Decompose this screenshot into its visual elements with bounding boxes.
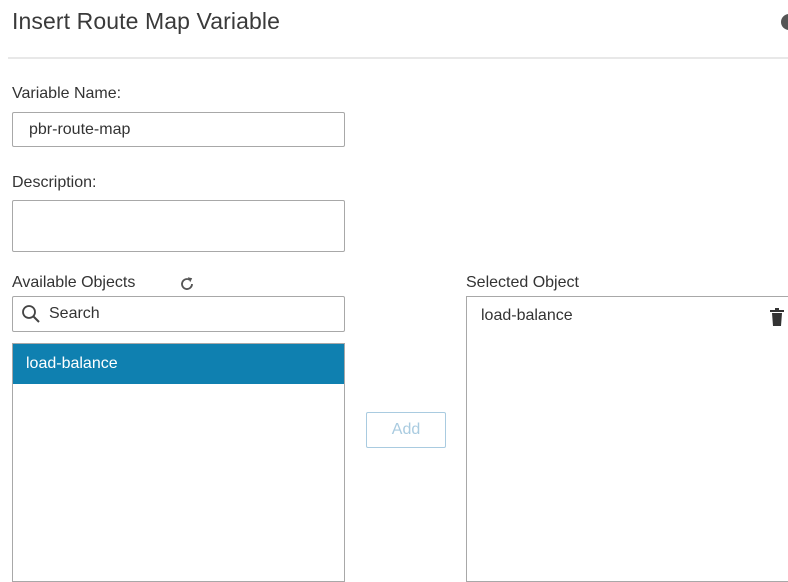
selected-object-label: Selected Object: [466, 274, 579, 291]
list-item-label: load-balance: [26, 355, 118, 372]
description-label: Description:: [12, 174, 97, 191]
title-divider: [8, 57, 788, 59]
variable-name-value: pbr-route-map: [29, 120, 131, 138]
variable-name-label: Variable Name:: [12, 85, 122, 102]
list-item[interactable]: load-balance: [13, 344, 344, 384]
dialog-title: Insert Route Map Variable: [12, 8, 280, 34]
variable-name-input[interactable]: pbr-route-map: [12, 112, 345, 147]
help-icon[interactable]: [781, 14, 788, 30]
search-icon: [22, 305, 40, 323]
refresh-icon[interactable]: [178, 275, 196, 293]
trash-icon[interactable]: [769, 307, 785, 327]
search-input[interactable]: Search: [12, 296, 345, 332]
available-objects-list: load-balance: [12, 343, 345, 582]
selected-item-label: load-balance: [481, 307, 573, 324]
selected-objects-list: load-balance: [466, 296, 788, 582]
available-objects-label: Available Objects: [12, 274, 136, 291]
description-input[interactable]: [12, 200, 345, 252]
add-button[interactable]: Add: [366, 412, 446, 448]
search-placeholder: Search: [49, 305, 100, 322]
